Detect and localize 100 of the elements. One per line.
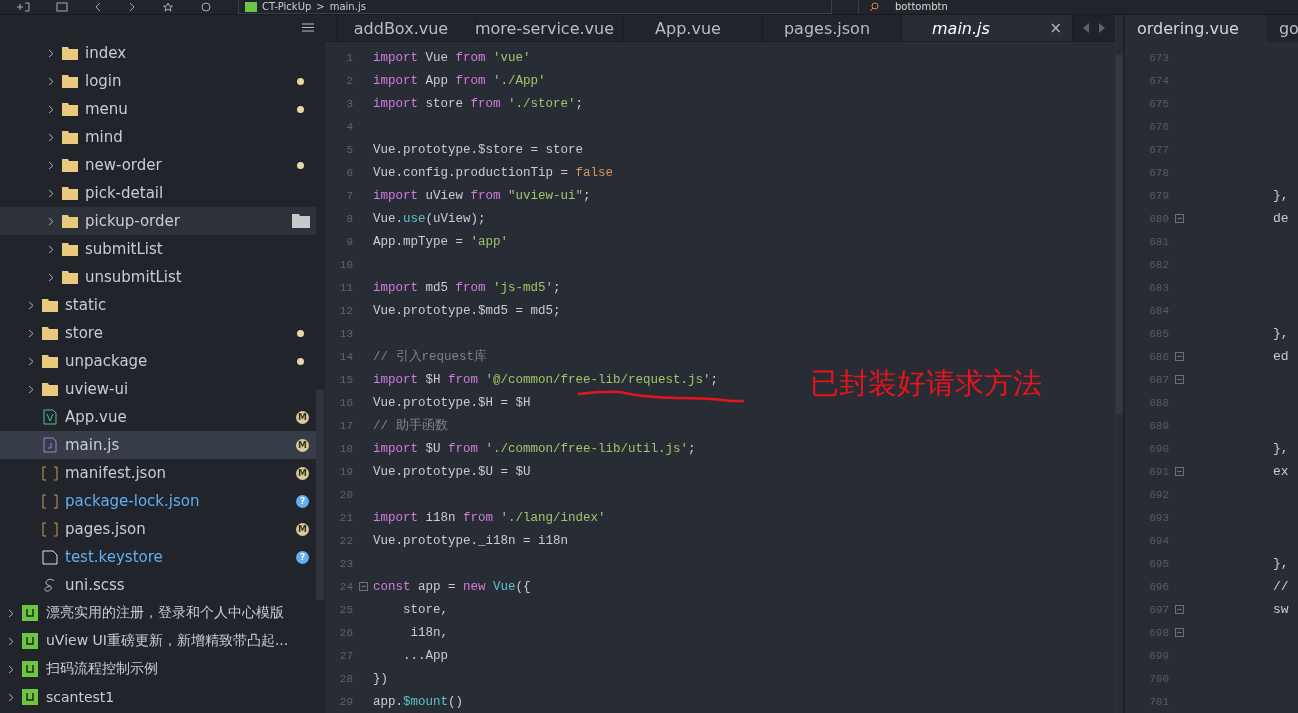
code-line: sw [1273, 602, 1289, 617]
fold-icon[interactable] [1174, 352, 1184, 361]
tree-item[interactable]: App.vue M [0, 403, 316, 431]
code-line: ...App [402, 648, 448, 663]
fold-icon[interactable] [1174, 628, 1184, 637]
back-icon[interactable] [94, 2, 102, 12]
code-line: store, [402, 602, 448, 617]
tree-item[interactable]: manifest.json M [0, 459, 316, 487]
git-status-badge: M [296, 522, 309, 536]
chevron-icon[interactable] [28, 384, 34, 394]
line-number: 13 [338, 327, 353, 340]
code-line: ed [1273, 349, 1289, 364]
close-icon[interactable]: × [1049, 19, 1062, 37]
tree-item[interactable]: pick-detail [0, 179, 316, 207]
file-icon [42, 437, 58, 453]
scroll-left-icon[interactable] [1083, 23, 1090, 33]
tree-item[interactable]: login [0, 67, 316, 95]
breadcrumb-item[interactable]: CT-PickUp [262, 0, 312, 13]
chevron-icon[interactable] [8, 664, 14, 674]
forward-icon[interactable] [128, 2, 136, 12]
breadcrumb-item[interactable]: main.js [329, 0, 366, 13]
chevron-icon[interactable] [48, 48, 54, 58]
editor-tab[interactable]: ordering.vue [1125, 15, 1267, 42]
chevron-icon[interactable] [48, 244, 54, 254]
chevron-icon[interactable] [48, 132, 54, 142]
editor-tab[interactable]: App.vue [624, 15, 763, 41]
tree-item[interactable]: uni.scss [0, 571, 316, 599]
tree-item[interactable]: index [0, 39, 316, 67]
code-line: Vue.config.productionTip = false [373, 165, 614, 180]
tree-item[interactable]: pickup-order [0, 207, 316, 235]
brackets-icon [42, 521, 58, 537]
menu-icon[interactable] [302, 22, 314, 32]
code-line: // 助手函数 [373, 417, 448, 434]
scrollbar-thumb[interactable] [1116, 55, 1123, 415]
project-item[interactable]: 漂亮实用的注册，登录和个人中心模版 [0, 599, 316, 627]
square-icon[interactable] [56, 2, 68, 12]
scroll-right-icon[interactable] [1098, 23, 1105, 33]
chevron-icon[interactable] [8, 692, 14, 702]
search-field[interactable]: bottombtn [858, 0, 948, 14]
tree-item[interactable]: submitList [0, 235, 316, 263]
editor-tab[interactable]: more-service.vue [475, 15, 624, 41]
line-number: 27 [338, 649, 353, 662]
folder-icon [42, 354, 58, 368]
chevron-icon[interactable] [28, 300, 34, 310]
editor-tab[interactable]: main.js × [902, 15, 1073, 41]
fold-icon[interactable] [1174, 214, 1184, 223]
code-line: Vue.use(uView); [373, 211, 486, 226]
project-icon [22, 633, 38, 649]
new-file-icon[interactable] [16, 2, 30, 12]
chevron-icon[interactable] [28, 356, 34, 366]
tree-item[interactable]: store [0, 319, 316, 347]
fold-icon[interactable] [1174, 605, 1184, 614]
project-icon [22, 661, 38, 677]
tree-item[interactable]: unpackage [0, 347, 316, 375]
tree-item[interactable]: package-lock.json ? [0, 487, 316, 515]
search-icon [869, 2, 879, 12]
line-number: 19 [338, 465, 353, 478]
chevron-icon[interactable] [48, 76, 54, 86]
folder-icon [62, 102, 78, 116]
tree-item[interactable]: pages.json M [0, 515, 316, 543]
line-number: 4 [345, 120, 353, 133]
line-number: 17 [338, 419, 353, 432]
tree-item[interactable]: menu [0, 95, 316, 123]
tree-item[interactable]: mind [0, 123, 316, 151]
code-line: import uView from "uview-ui"; [373, 188, 591, 203]
tree-item[interactable]: new-order [0, 151, 316, 179]
git-status-badge: M [296, 466, 309, 480]
tree-item[interactable]: test.keystore ? [0, 543, 316, 571]
line-number: 23 [338, 557, 353, 570]
chevron-icon[interactable] [28, 328, 34, 338]
code-line: import i18n from './lang/index' [373, 510, 606, 525]
code-line: const app = new Vue({ [373, 579, 531, 594]
tree-item[interactable]: main.js M [0, 431, 316, 459]
star-icon[interactable] [162, 2, 174, 12]
file-icon [42, 409, 58, 425]
chevron-icon[interactable] [48, 216, 54, 226]
tree-item[interactable]: uview-ui [0, 375, 316, 403]
chevron-icon[interactable] [8, 608, 14, 618]
scrollbar-thumb[interactable] [316, 390, 324, 600]
line-number: 24 [338, 580, 353, 593]
fold-icon[interactable] [358, 582, 368, 591]
chevron-icon[interactable] [48, 272, 54, 282]
project-item[interactable]: scantest1 [0, 683, 316, 711]
chevron-icon[interactable] [48, 104, 54, 114]
fold-icon[interactable] [1174, 467, 1184, 476]
chevron-icon[interactable] [48, 188, 54, 198]
editor-tab[interactable]: go [1266, 15, 1298, 42]
project-item[interactable]: uView UI重磅更新，新增精致带凸起... [0, 627, 316, 655]
chevron-icon[interactable] [8, 636, 14, 646]
project-item[interactable]: 扫码流程控制示例 [0, 655, 316, 683]
breadcrumb-item[interactable]: > [316, 0, 325, 13]
tree-item[interactable]: unsubmitList [0, 263, 316, 291]
tree-item[interactable]: static [0, 291, 316, 319]
folder-icon[interactable] [292, 214, 310, 228]
line-number: 11 [338, 281, 353, 294]
code-line: import store from './store'; [373, 96, 584, 111]
fold-icon[interactable] [1174, 375, 1184, 384]
chevron-icon[interactable] [48, 160, 54, 170]
editor-tab[interactable]: addBox.vue [336, 15, 476, 41]
run-icon[interactable] [200, 2, 212, 12]
